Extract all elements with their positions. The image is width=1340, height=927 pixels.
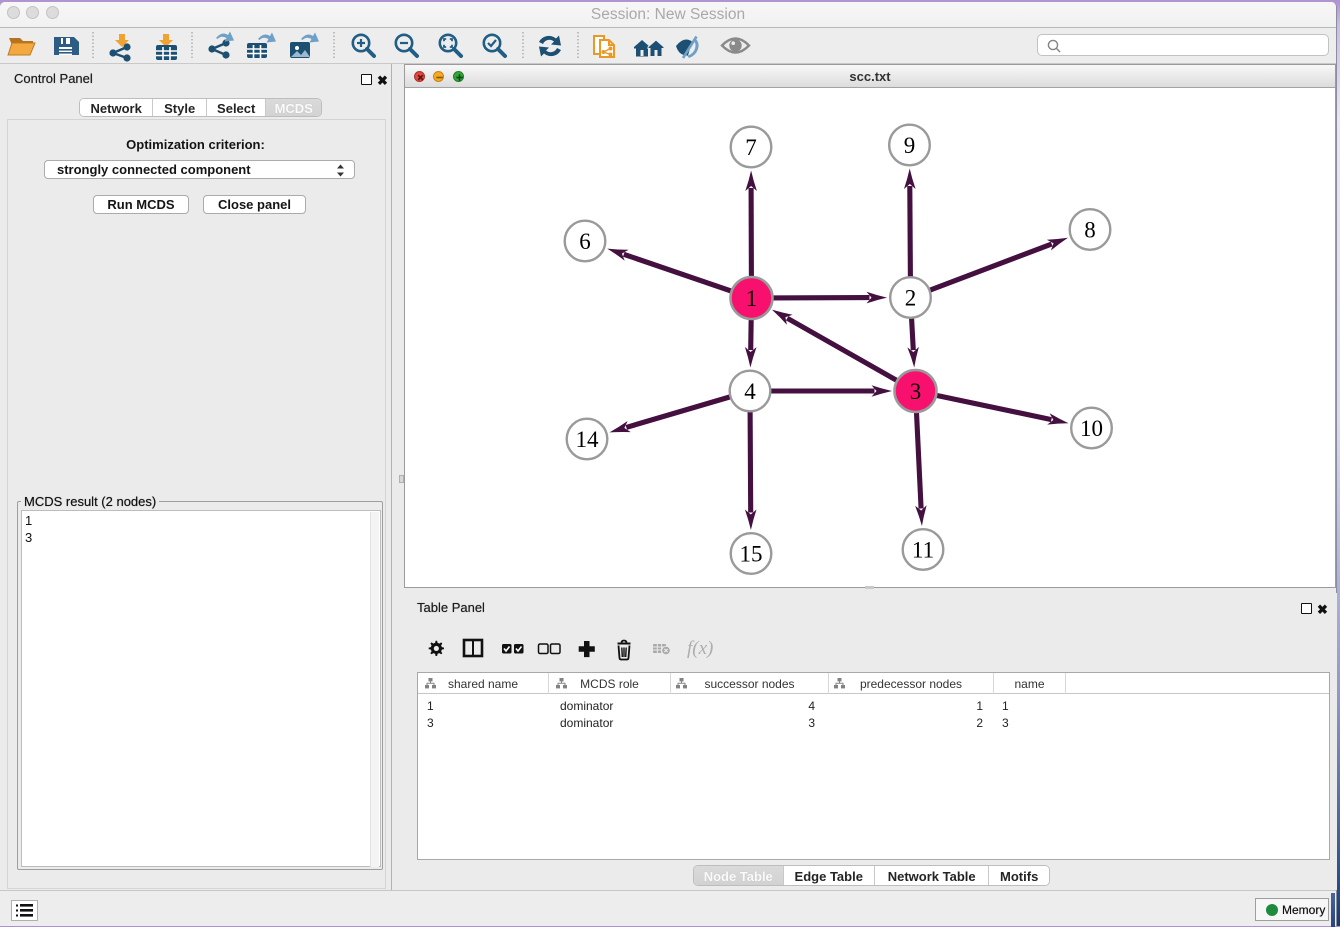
svg-text:7: 7: [745, 135, 757, 160]
svg-text:6: 6: [579, 229, 591, 254]
svg-text:f(x): f(x): [687, 638, 713, 659]
svg-text:11: 11: [912, 538, 934, 563]
svg-text:2: 2: [905, 286, 917, 311]
svg-text:4: 4: [744, 379, 756, 404]
svg-text:10: 10: [1080, 416, 1103, 441]
svg-text:1: 1: [746, 286, 758, 311]
svg-text:14: 14: [576, 427, 600, 452]
svg-text:8: 8: [1084, 218, 1096, 243]
svg-text:9: 9: [904, 133, 916, 158]
svg-text:3: 3: [910, 379, 922, 404]
svg-text:15: 15: [740, 542, 763, 567]
